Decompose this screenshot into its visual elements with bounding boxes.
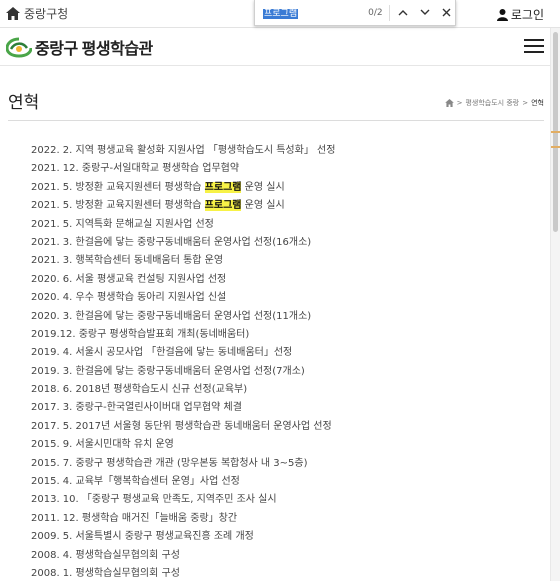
history-text: 2015. 7. 중랑구 평생학습관 개관 (망우본동 복합청사 내 3~5층) [31, 457, 308, 469]
history-text: 2019. 4. 서울시 공모사업 「한걸음에 닿는 동네배움터」선정 [31, 347, 293, 359]
district-office-link[interactable]: 중랑구청 [6, 5, 68, 22]
history-text: 2020. 4. 우수 평생학습 동아리 지원사업 신설 [31, 292, 227, 304]
find-query: 프로그램 [263, 9, 299, 19]
history-text: 2021. 5. 지역특화 문해교실 지원사업 선정 [31, 218, 214, 230]
find-close-button[interactable] [438, 3, 455, 23]
find-next-button[interactable] [416, 3, 433, 23]
history-text: 2020. 3. 한걸음에 닿는 중랑구동네배움터 운영사업 선정(11개소) [31, 310, 312, 322]
history-item: 2021. 5. 방정환 교육지원센터 평생학습 프로그램 운영 실시 [31, 179, 335, 197]
title-divider [8, 120, 544, 121]
history-item: 2015. 7. 중랑구 평생학습관 개관 (망우본동 복합청사 내 3~5층) [31, 455, 335, 473]
history-item: 2020. 4. 우수 평생학습 동아리 지원사업 신설 [31, 289, 335, 307]
history-item: 2018. 6. 2018년 평생학습도시 신규 선정(교육부) [31, 381, 335, 399]
find-previous-button[interactable] [394, 3, 411, 23]
close-icon [442, 8, 451, 17]
history-text-tail: 운영 실시 [241, 181, 285, 193]
page-title: 연혁 [8, 93, 40, 113]
history-item: 2021. 3. 행복학습센터 동네배움터 통합 운영 [31, 252, 335, 270]
chevron-down-icon [420, 9, 430, 15]
breadcrumb-separator: > [522, 99, 529, 107]
history-text: 2019. 3. 한걸음에 닿는 중랑구동네배움터 운영사업 선정(7개소) [31, 365, 305, 377]
district-office-label: 중랑구청 [24, 7, 69, 21]
search-highlight: 프로그램 [204, 181, 242, 193]
menu-bar-icon [524, 39, 544, 41]
history-text: 2021. 3. 한걸음에 닿는 중랑구동네배움터 운영사업 선정(16개소) [31, 236, 312, 248]
user-icon [496, 8, 508, 21]
find-in-page-bar: 프로그램 0/2 [254, 0, 456, 26]
history-text: 2017. 5. 2017년 서울형 동단위 평생학습관 동네배움터 운영사업 … [31, 420, 332, 432]
history-item: 2021. 5. 방정환 교육지원센터 평생학습 프로그램 운영 실시 [31, 197, 335, 215]
history-item: 2017. 5. 2017년 서울형 동단위 평생학습관 동네배움터 운영사업 … [31, 418, 335, 436]
logo-mark-icon [6, 37, 32, 58]
history-text: 2017. 3. 중랑구-한국열린사이버대 업무협약 체결 [31, 402, 242, 414]
find-input[interactable]: 프로그램 [263, 6, 364, 19]
site-header: 중랑구 평생학습관 [0, 28, 560, 66]
history-text: 2015. 4. 교육부「행복학습센터 운영」사업 선정 [31, 476, 240, 488]
history-item: 2015. 4. 교육부「행복학습센터 운영」사업 선정 [31, 473, 335, 491]
search-highlight: 프로그램 [204, 200, 242, 212]
page-scrollbar[interactable] [550, 28, 560, 581]
history-text: 2021. 5. 방정환 교육지원센터 평생학습 [31, 200, 205, 212]
breadcrumb: > 평생학습도시 중랑 > 연혁 [444, 98, 544, 108]
history-item: 2009. 5. 서울특별시 중랑구 평생교육진흥 조례 개정 [31, 528, 335, 546]
history-text: 2008. 1. 평생학습실무협의회 구성 [31, 567, 180, 579]
logo-institution-name: 평생학습관 [81, 39, 154, 58]
breadcrumb-item-current: 연혁 [531, 99, 544, 107]
chevron-up-icon [398, 10, 408, 16]
history-text: 2015. 9. 서울시민대학 유치 운영 [31, 439, 174, 451]
history-item: 2017. 3. 중랑구-한국열린사이버대 업무협약 체결 [31, 399, 335, 417]
history-item: 2011. 12. 평생학습 매거진「늘배움 중랑」창간 [31, 510, 335, 528]
history-text: 2020. 6. 서울 평생교육 컨설팅 지원사업 선정 [31, 273, 227, 285]
logo-district-name: 중랑구 [35, 39, 78, 58]
history-text: 2022. 2. 지역 평생교육 활성화 지원사업 「평생학습도시 특성화」 선… [31, 145, 336, 156]
history-text: 2008. 4. 평생학습실무협의회 구성 [31, 549, 180, 561]
history-item: 2021. 12. 중랑구-서일대학교 평생학습 업무협약 [31, 160, 335, 178]
login-label: 로그인 [510, 8, 544, 22]
history-text: 2021. 3. 행복학습센터 동네배움터 통합 운영 [31, 255, 224, 267]
history-text: 2013. 10. 「중랑구 평생교육 만족도, 지역주민 조사 실시 [31, 494, 277, 506]
site-logo[interactable]: 중랑구 평생학습관 [6, 35, 153, 59]
breadcrumb-item-section[interactable]: 평생학습도시 중랑 [465, 98, 519, 108]
find-match-marker [551, 131, 560, 133]
history-text: 2018. 6. 2018년 평생학습도시 신규 선정(교육부) [31, 384, 248, 396]
history-item: 2021. 3. 한걸음에 닿는 중랑구동네배움터 운영사업 선정(16개소) [31, 234, 335, 252]
history-item: 2015. 9. 서울시민대학 유치 운영 [31, 436, 335, 454]
menu-bar-icon [524, 45, 544, 47]
history-text: 2019.12. 중랑구 평생학습발표회 개최(동네배움터) [31, 328, 250, 340]
history-item: 2008. 1. 평생학습실무협의회 구성 [31, 565, 335, 581]
breadcrumb-separator: > [456, 99, 463, 107]
history-list: 2022. 2. 지역 평생교육 활성화 지원사업 「평생학습도시 특성화」 선… [31, 142, 335, 581]
history-item: 2020. 3. 한걸음에 닿는 중랑구동네배움터 운영사업 선정(11개소) [31, 308, 335, 326]
logo-wordmark: 중랑구 평생학습관 [35, 35, 153, 59]
hamburger-menu-button[interactable] [524, 39, 544, 53]
find-divider [388, 4, 390, 21]
history-item: 2022. 2. 지역 평생교육 활성화 지원사업 「평생학습도시 특성화」 선… [31, 142, 335, 160]
find-match-marker [551, 146, 560, 148]
history-item: 2020. 6. 서울 평생교육 컨설팅 지원사업 선정 [31, 271, 335, 289]
history-text: 2011. 12. 평생학습 매거진「늘배움 중랑」창간 [31, 512, 238, 524]
home-icon [6, 7, 20, 20]
login-link[interactable]: 로그인 [496, 6, 544, 23]
history-item: 2008. 4. 평생학습실무협의회 구성 [31, 547, 335, 565]
history-text-tail: 운영 실시 [241, 200, 285, 212]
history-item: 2019. 4. 서울시 공모사업 「한걸음에 닿는 동네배움터」선정 [31, 344, 335, 362]
history-text: 2021. 5. 방정환 교육지원센터 평생학습 [31, 181, 205, 193]
history-item: 2019. 3. 한걸음에 닿는 중랑구동네배움터 운영사업 선정(7개소) [31, 363, 335, 381]
menu-bar-icon [524, 51, 544, 53]
history-item: 2013. 10. 「중랑구 평생교육 만족도, 지역주민 조사 실시 [31, 491, 335, 509]
history-item: 2019.12. 중랑구 평생학습발표회 개최(동네배움터) [31, 326, 335, 344]
history-item: 2021. 5. 지역특화 문해교실 지원사업 선정 [31, 216, 335, 234]
home-icon[interactable] [444, 99, 454, 107]
find-match-count: 0/2 [368, 7, 383, 18]
history-text: 2021. 12. 중랑구-서일대학교 평생학습 업무협약 [31, 163, 240, 175]
history-text: 2009. 5. 서울특별시 중랑구 평생교육진흥 조례 개정 [31, 531, 254, 543]
